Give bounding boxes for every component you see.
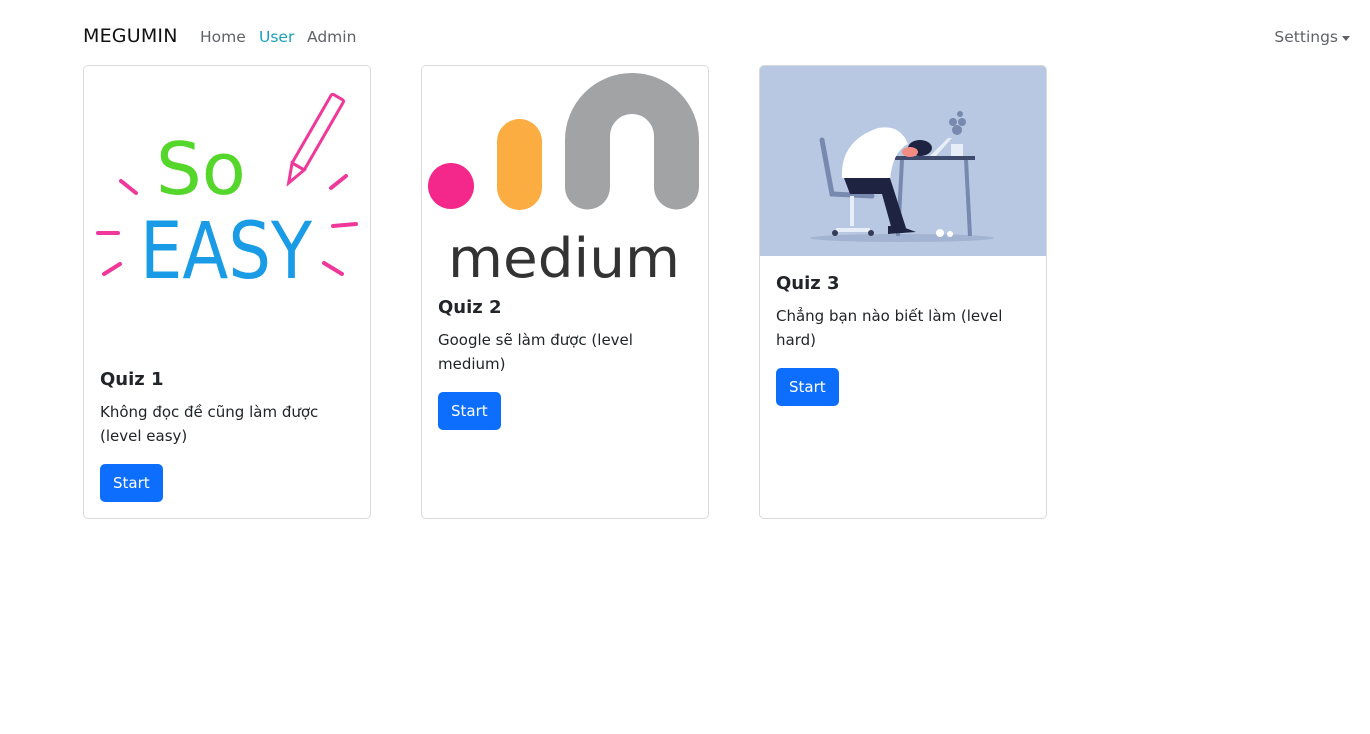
quiz-description: Chẳng bạn nào biết làm (level hard) — [776, 307, 1003, 349]
tired-person-at-desk-illustration — [760, 66, 1046, 256]
top-navbar: MEGUMIN Home User Admin Settings — [0, 0, 1370, 66]
medium-word: medium — [448, 227, 680, 286]
quiz-card-3-body: Quiz 3 Chẳng bạn nào biết làm (level har… — [776, 273, 1030, 406]
quiz-card-1: So EASY Quiz 1 Không đọc đề cũng làm đượ… — [83, 65, 371, 519]
nav-link-user[interactable]: User — [259, 28, 294, 46]
quiz-card-3: Quiz 3 Chẳng bạn nào biết làm (level har… — [759, 65, 1047, 519]
nav-link-home[interactable]: Home — [200, 28, 246, 46]
settings-label: Settings — [1274, 28, 1338, 46]
quiz-description: Google sẽ làm được (level medium) — [438, 331, 633, 373]
quiz-card-2-body: Quiz 2 Google sẽ làm được (level medium)… — [438, 297, 692, 430]
quiz-card-1-body: Quiz 1 Không đọc đề cũng làm được (level… — [100, 369, 354, 502]
so-easy-illustration: So EASY — [84, 66, 370, 356]
start-button[interactable]: Start — [776, 368, 839, 406]
start-button[interactable]: Start — [438, 392, 501, 430]
quiz-description: Không đọc đề cũng làm được (level easy) — [100, 403, 319, 445]
quiz-title: Quiz 1 — [100, 369, 164, 390]
caret-down-icon — [1342, 35, 1350, 41]
quiz-title: Quiz 3 — [776, 273, 840, 294]
nav-link-admin[interactable]: Admin — [307, 28, 356, 46]
so-text: So — [156, 127, 246, 211]
quiz-title: Quiz 2 — [438, 297, 502, 318]
start-button[interactable]: Start — [100, 464, 163, 502]
quiz-card-2: medium Quiz 2 Google sẽ làm được (level … — [421, 65, 709, 519]
easy-text: EASY — [140, 207, 312, 297]
settings-dropdown[interactable]: Settings — [1274, 28, 1350, 46]
medium-logo: medium — [422, 66, 708, 286]
brand-logo[interactable]: MEGUMIN — [83, 25, 178, 47]
